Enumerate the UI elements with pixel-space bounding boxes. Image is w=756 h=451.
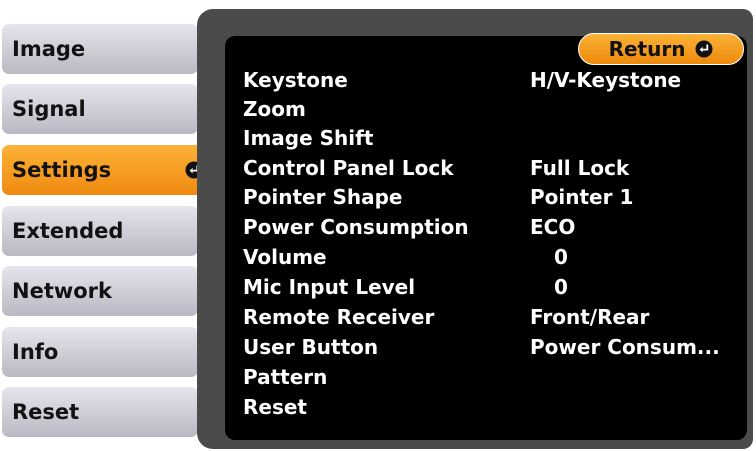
setting-label: Mic Input Level	[243, 275, 416, 299]
setting-value: 0	[554, 245, 568, 269]
setting-label: Volume	[243, 245, 327, 269]
setting-row-control-panel-lock[interactable]: Control Panel Lock Full Lock	[238, 155, 743, 184]
setting-row-remote-receiver[interactable]: Remote Receiver Front/Rear	[238, 304, 743, 333]
setting-label: Control Panel Lock	[243, 156, 454, 180]
setting-row-keystone[interactable]: Keystone H/V-Keystone	[238, 67, 743, 96]
setting-label: Keystone	[243, 68, 348, 92]
setting-label: Remote Receiver	[243, 305, 435, 329]
menu-item-info[interactable]: Info	[2, 327, 198, 377]
setting-label: Reset	[243, 395, 307, 419]
setting-label: Pattern	[243, 365, 328, 389]
setting-row-user-button[interactable]: User Button Power Consum...	[238, 334, 743, 363]
setting-row-image-shift[interactable]: Image Shift	[238, 125, 743, 154]
enter-icon	[695, 40, 713, 58]
menu-item-image[interactable]: Image	[2, 24, 198, 74]
menu-item-label: Image	[12, 37, 86, 61]
setting-value: Power Consum...	[530, 335, 720, 359]
menu-item-label: Reset	[12, 400, 80, 424]
setting-label: User Button	[243, 335, 379, 359]
menu-item-network[interactable]: Network	[2, 266, 198, 316]
menu-item-extended[interactable]: Extended	[2, 206, 198, 256]
main-menu: Image Signal Settings Extended Network I…	[0, 0, 215, 451]
setting-label: Pointer Shape	[243, 185, 403, 209]
setting-value: 0	[554, 275, 568, 299]
setting-row-mic-input-level[interactable]: Mic Input Level 0	[238, 274, 743, 303]
menu-item-signal[interactable]: Signal	[2, 84, 198, 134]
setting-label: Zoom	[243, 97, 306, 121]
setting-row-zoom[interactable]: Zoom	[238, 96, 743, 125]
setting-label: Image Shift	[243, 126, 374, 150]
setting-row-pointer-shape[interactable]: Pointer Shape Pointer 1	[238, 184, 743, 213]
setting-value: Pointer 1	[530, 185, 634, 209]
setting-value: Full Lock	[530, 156, 630, 180]
menu-item-label: Settings	[12, 158, 112, 182]
menu-item-reset[interactable]: Reset	[2, 387, 198, 437]
setting-row-power-consumption[interactable]: Power Consumption ECO	[238, 214, 743, 243]
return-button-label: Return	[608, 37, 686, 61]
setting-value: ECO	[530, 215, 576, 239]
setting-row-volume[interactable]: Volume 0	[238, 244, 743, 273]
setting-value: Front/Rear	[530, 305, 650, 329]
menu-item-label: Signal	[12, 97, 86, 121]
menu-item-label: Network	[12, 279, 113, 303]
setting-label: Power Consumption	[243, 215, 469, 239]
setting-row-reset[interactable]: Reset	[238, 394, 743, 423]
setting-value: H/V-Keystone	[530, 68, 682, 92]
setting-row-pattern[interactable]: Pattern	[238, 364, 743, 393]
menu-item-settings[interactable]: Settings	[2, 145, 215, 195]
return-button[interactable]: Return	[578, 33, 744, 65]
menu-item-label: Extended	[12, 219, 124, 243]
menu-item-label: Info	[12, 340, 59, 364]
